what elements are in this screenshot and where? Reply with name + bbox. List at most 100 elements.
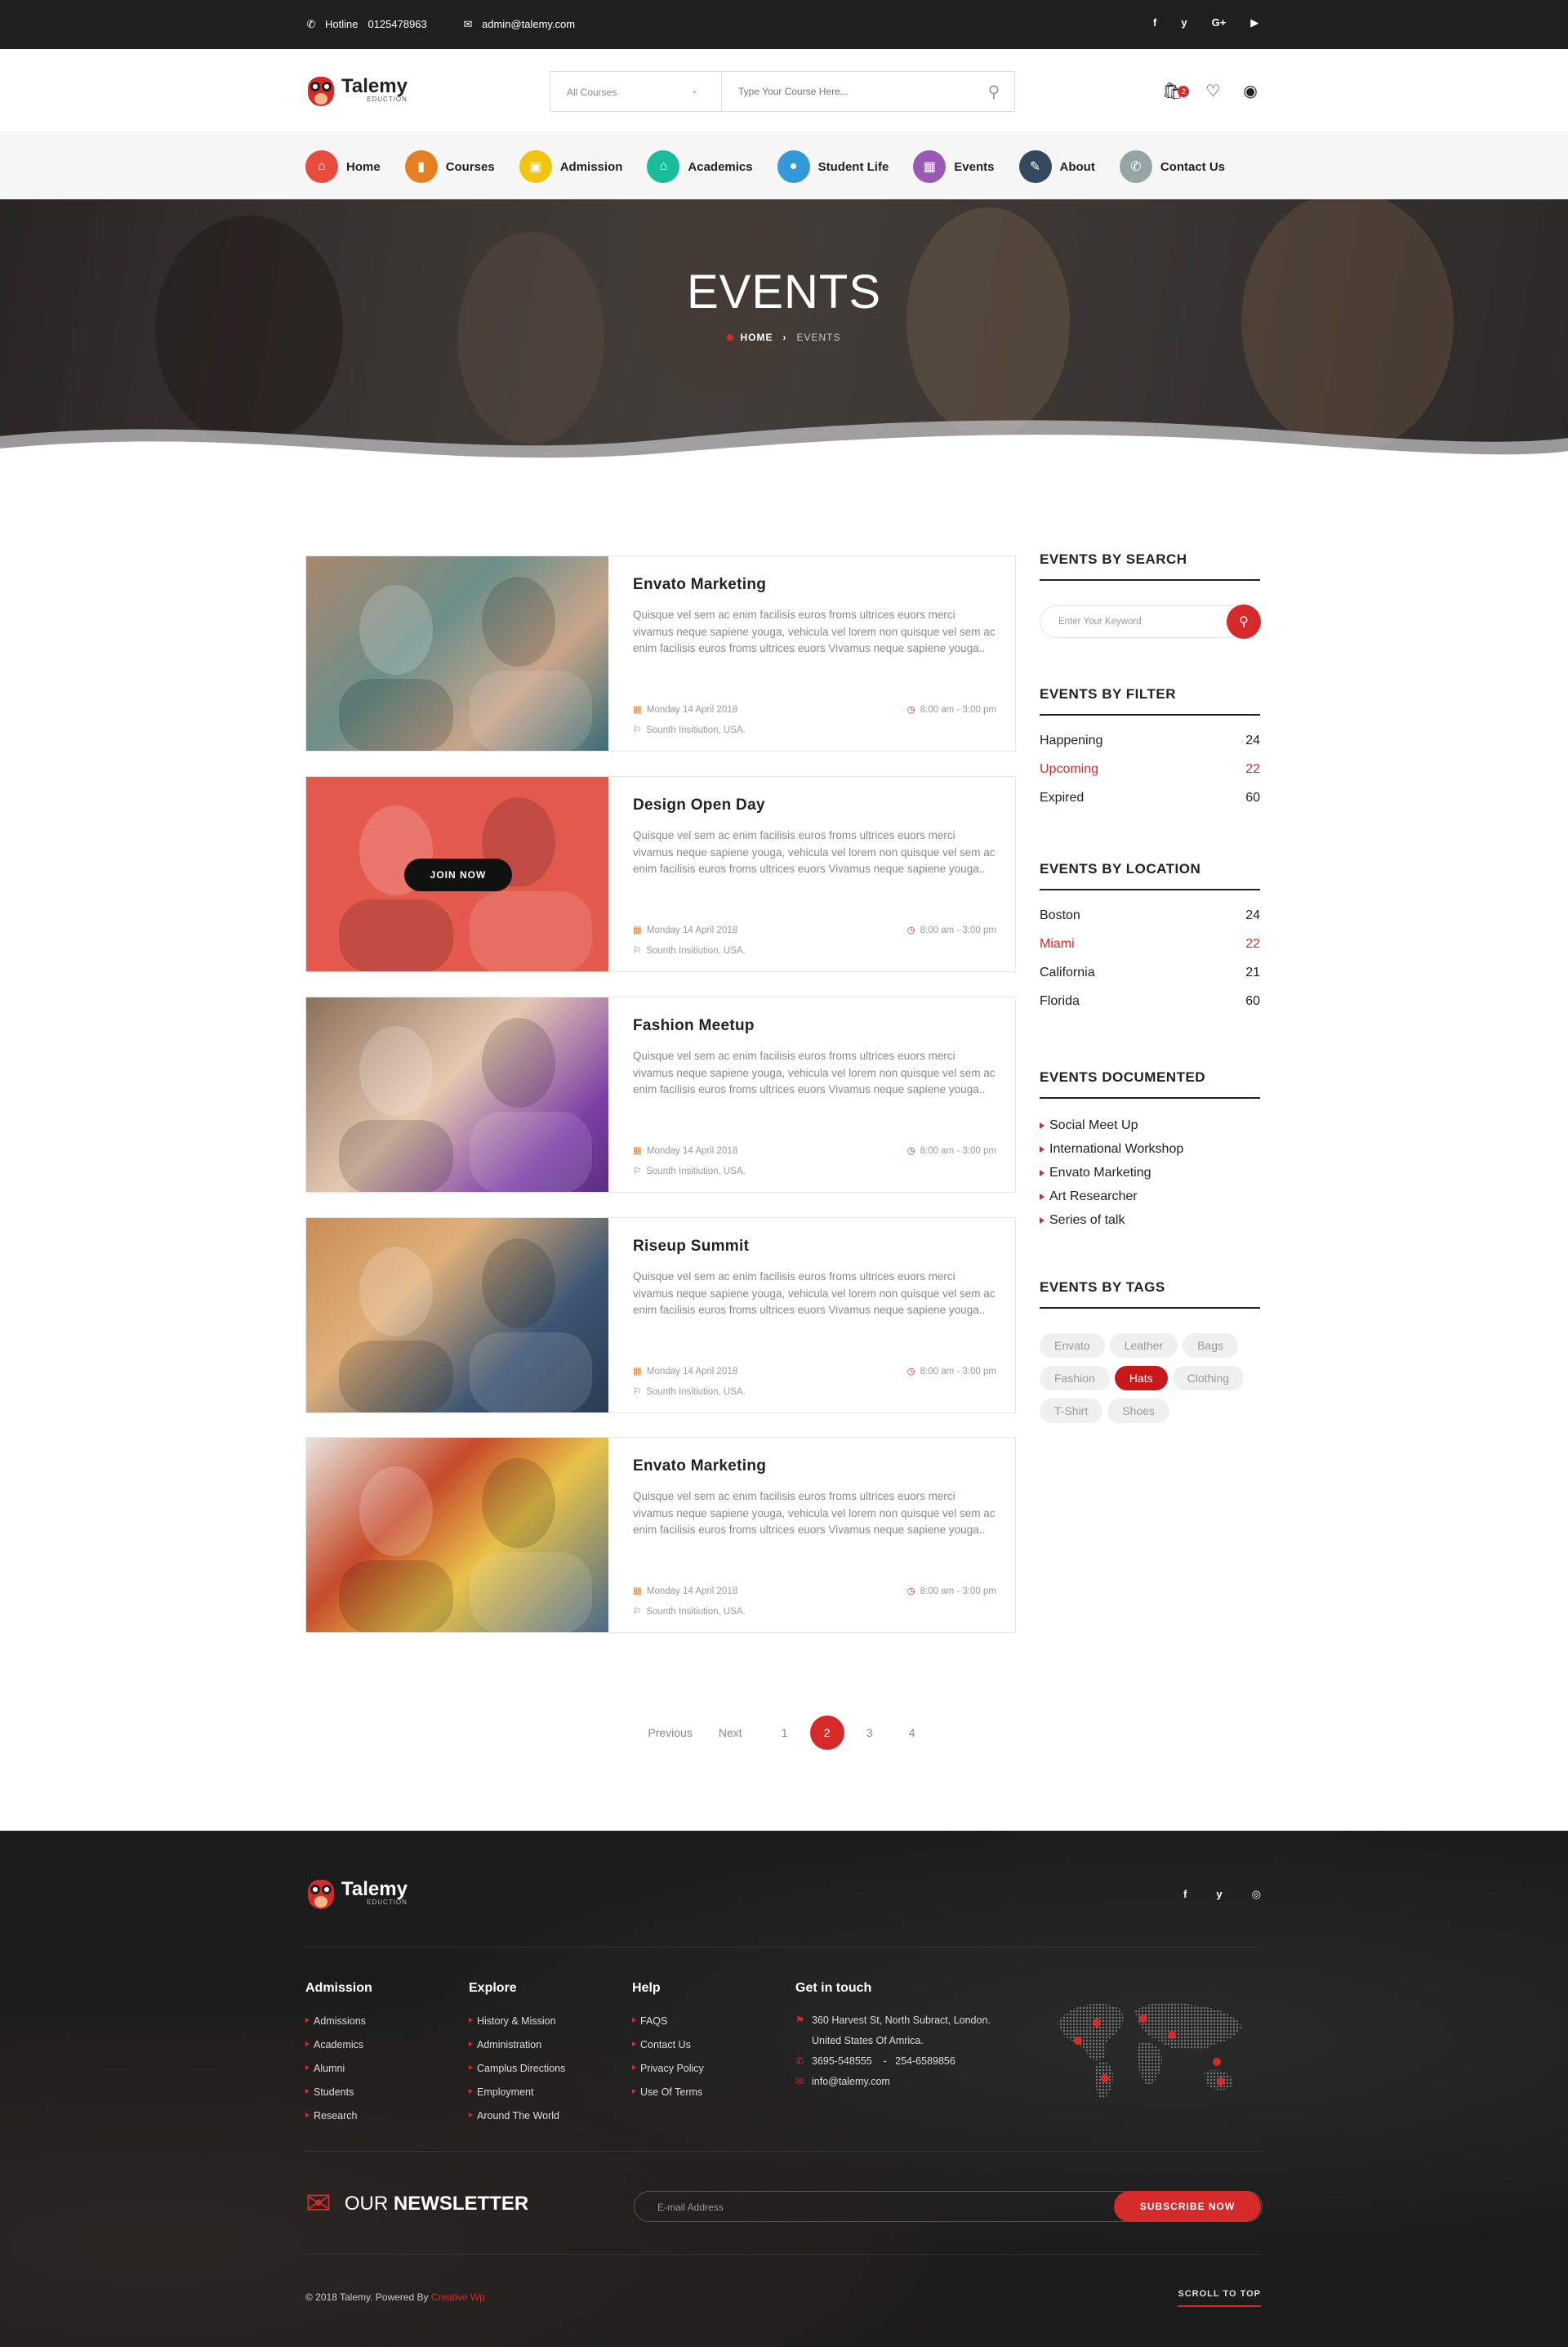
filter-item[interactable]: Expired 60 [1040,791,1260,805]
hotline[interactable]: ✆ Hotline 0125478963 [305,18,427,30]
page-4[interactable]: 4 [895,1716,929,1750]
search-icon[interactable]: ⚲ [1227,605,1261,639]
category-select[interactable]: All Courses ⌄ [550,72,722,111]
footer-link[interactable]: Camplus Directions [469,2063,565,2074]
subscribe-button[interactable]: SUBSCRIBE NOW [1114,2191,1261,2222]
footer-link[interactable]: Research [305,2110,372,2122]
footer-link[interactable]: Administration [469,2039,565,2050]
twitter-icon[interactable]: y [1181,16,1187,29]
event-card[interactable]: JOIN NOW Design Open Day Quisque vel sem a… [305,776,1016,972]
event-card[interactable]: Fashion Meetup Quisque vel sem ac enim fa… [305,997,1016,1193]
twitter-icon[interactable]: y [1216,1888,1222,1901]
event-card[interactable]: Envato Marketing Quisque vel sem ac enim … [305,556,1016,752]
facebook-icon[interactable]: f [1153,16,1156,29]
breadcrumb-home[interactable]: HOME [740,332,773,343]
footer-link[interactable]: Privacy Policy [632,2063,704,2074]
nav-item-contact-us[interactable]: ✆ Contact Us [1119,150,1225,183]
event-image[interactable]: JOIN NOW [306,777,608,971]
event-time: ◷ 8:00 am - 3:00 pm [907,1144,996,1156]
event-title[interactable]: Envato Marketing [633,1457,996,1475]
event-title[interactable]: Riseup Summit [633,1238,996,1256]
documented-item[interactable]: Series of talk [1040,1213,1260,1228]
page-3[interactable]: 3 [853,1716,887,1750]
event-image[interactable] [306,997,608,1192]
join-now-button[interactable]: JOIN NOW [404,859,512,891]
location-count: 22 [1245,937,1260,951]
footer-col-explore: Explore History & Mission Administration C… [469,1981,565,2134]
event-image[interactable] [306,556,608,751]
previous-page[interactable]: Previous [648,1726,692,1739]
tag-hats[interactable]: Hats [1114,1366,1168,1390]
youtube-icon[interactable]: ▶ [1250,16,1258,29]
facebook-icon[interactable]: f [1183,1888,1187,1901]
nav-item-academics[interactable]: ⌂ Academics [647,150,753,183]
footer-link[interactable]: Contact Us [632,2039,704,2050]
tag-shoes[interactable]: Shoes [1107,1399,1169,1423]
location-item[interactable]: Boston 24 [1040,908,1260,923]
event-title[interactable]: Fashion Meetup [633,1017,996,1035]
chevron-right-icon: › [782,332,787,343]
page-2[interactable]: 2 [809,1716,844,1750]
documented-item[interactable]: Art Researcher [1040,1189,1260,1204]
footer-link[interactable]: Use Of Terms [632,2086,704,2098]
heart-icon[interactable]: ♡ [1205,81,1220,101]
copyright: © 2018 Talemy. Powered By Creative Wp [305,2291,485,2303]
tag-bags[interactable]: Bags [1183,1333,1238,1358]
footer-link[interactable]: Academics [305,2039,372,2050]
event-image[interactable] [306,1438,608,1632]
documented-item[interactable]: International Workshop [1040,1142,1260,1157]
documented-item[interactable]: Envato Marketing [1040,1166,1260,1180]
address-line-1: 360 Harvest St, North Subract, London. [812,2015,991,2026]
next-page[interactable]: Next [719,1726,742,1739]
cart-icon[interactable]: 🛍 2 [1162,81,1190,101]
event-title[interactable]: Envato Marketing [633,576,996,594]
footer-link[interactable]: Employment [469,2086,565,2098]
footer-link[interactable]: Students [305,2086,372,2098]
footer-link[interactable]: Admissions [305,2015,372,2027]
nav-item-home[interactable]: ⌂ Home [305,150,381,183]
search-icon[interactable]: ⚲ [973,72,1014,111]
tag-leather[interactable]: Leather [1109,1333,1178,1358]
top-email[interactable]: ✉ admin@talemy.com [462,18,576,30]
nav-item-about[interactable]: ✎ About [1018,150,1095,183]
footer-email[interactable]: ✉ info@talemy.com [795,2077,991,2087]
footer-link[interactable]: History & Mission [469,2015,565,2027]
footer-link[interactable]: Alumni [305,2063,372,2074]
page-1[interactable]: 1 [768,1716,802,1750]
owl-logo-icon [305,72,336,108]
tag-t-shirt[interactable]: T-Shirt [1040,1399,1103,1423]
footer-link[interactable]: Around The World [469,2110,565,2122]
google-plus-icon[interactable]: G+ [1212,16,1227,29]
event-image[interactable] [306,1218,608,1412]
footer-logo[interactable]: Talemy EDUCTION [305,1875,408,1911]
footer-link[interactable]: FAQS [632,2015,704,2027]
documented-item[interactable]: Social Meet Up [1040,1118,1260,1133]
logo[interactable]: Talemy EDUCTION [305,72,408,108]
location-item[interactable]: Florida 60 [1040,994,1260,1009]
keyword-search[interactable]: Enter Your Keyword ⚲ [1040,605,1261,639]
user-icon[interactable]: ◉ [1243,81,1257,101]
event-card[interactable]: Envato Marketing Quisque vel sem ac enim … [305,1437,1016,1633]
filter-widget-title: EVENTS BY FILTER [1040,686,1260,716]
tag-envato[interactable]: Envato [1040,1333,1105,1358]
copyright-link[interactable]: Creative Wp [431,2291,485,2303]
event-meta: ▦ Monday 14 April 2018 ◷ 8:00 am - 3:00 pm ⚐… [633,1144,996,1185]
footer-divider [305,2254,1261,2255]
course-search-input[interactable] [722,72,973,111]
tag-fashion[interactable]: Fashion [1040,1366,1110,1390]
newsletter-placeholder: E-mail Address [657,2202,724,2213]
nav-item-events[interactable]: ▦ Events [913,150,995,183]
nav-item-student-life[interactable]: ● Student Life [777,150,889,183]
event-title[interactable]: Design Open Day [633,796,996,814]
location-item[interactable]: Miami 22 [1040,937,1260,952]
location-item[interactable]: California 21 [1040,966,1260,980]
filter-item[interactable]: Happening 24 [1040,734,1260,748]
tag-clothing[interactable]: Clothing [1172,1366,1244,1390]
copyright-text: © 2018 Talemy. Powered By [305,2291,429,2303]
event-card[interactable]: Riseup Summit Quisque vel sem ac enim fac… [305,1217,1016,1413]
scroll-to-top[interactable]: SCROLL TO TOP [1178,2289,1261,2307]
instagram-icon[interactable]: ◎ [1252,1888,1261,1901]
nav-item-admission[interactable]: ▣ Admission [519,150,622,183]
filter-item[interactable]: Upcoming 22 [1040,762,1260,777]
nav-item-courses[interactable]: ▮ Courses [404,150,495,183]
